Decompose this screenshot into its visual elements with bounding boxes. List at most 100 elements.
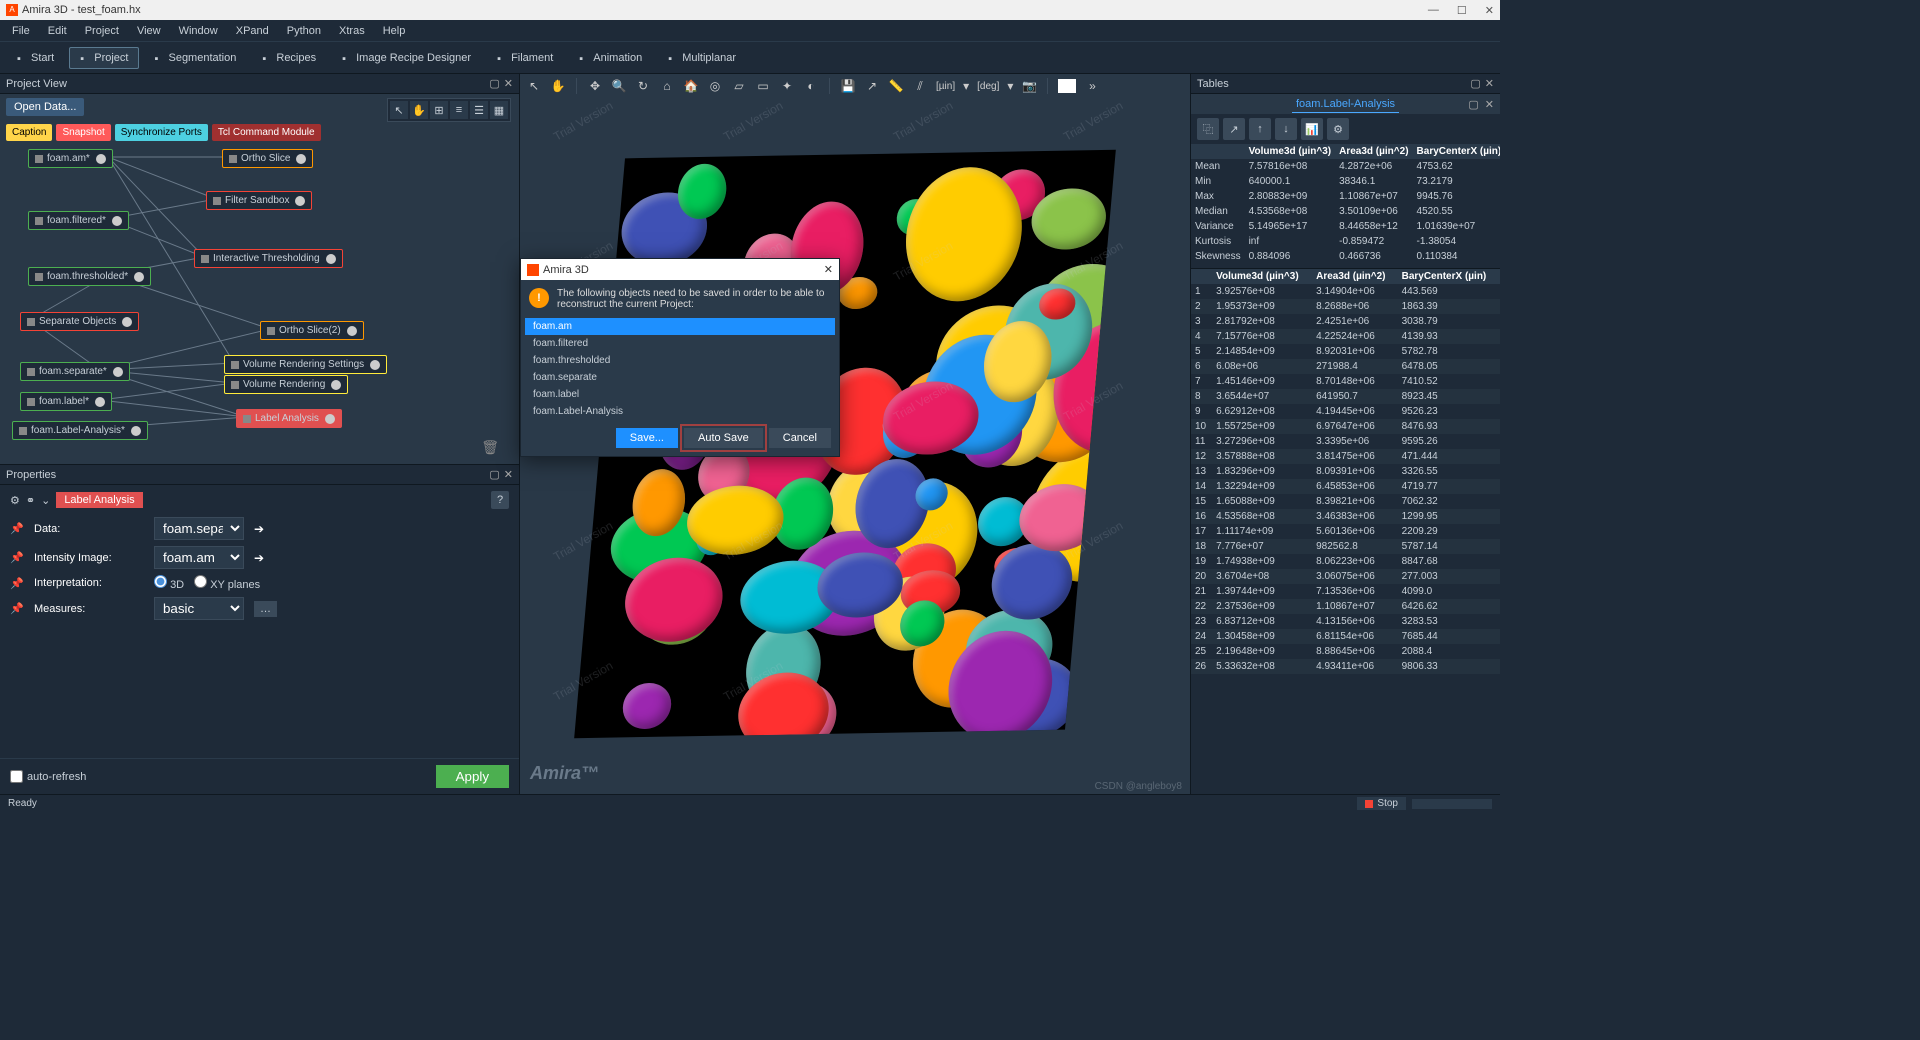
table-row[interactable]: 131.83296e+098.09391e+063326.55 bbox=[1191, 464, 1500, 479]
hand-icon[interactable]: ✋ bbox=[550, 79, 566, 93]
node-vrs[interactable]: Volume Rendering Settings bbox=[224, 355, 387, 374]
table-row[interactable]: 32.81792e+082.4251e+063038.79 bbox=[1191, 314, 1500, 329]
menu-project[interactable]: Project bbox=[77, 23, 127, 39]
caliper-icon[interactable]: ⫽ bbox=[912, 79, 928, 94]
ortho-icon[interactable]: ▭ bbox=[755, 79, 771, 93]
table-row[interactable]: 21.95373e+098.2688e+061863.39 bbox=[1191, 299, 1500, 314]
table-row[interactable]: 13.92576e+083.14904e+06443.569 bbox=[1191, 284, 1500, 299]
pin-icon[interactable]: 📌 bbox=[10, 522, 24, 535]
table-row[interactable]: 52.14854e+098.92031e+065782.78 bbox=[1191, 344, 1500, 359]
help-button[interactable]: ? bbox=[491, 491, 509, 509]
tag-caption[interactable]: Caption bbox=[6, 124, 52, 141]
table-row[interactable]: 101.55725e+096.97647e+068476.93 bbox=[1191, 419, 1500, 434]
dialog-item[interactable]: foam.label bbox=[525, 386, 835, 403]
close-icon[interactable]: ✕ bbox=[504, 468, 513, 481]
camera-icon[interactable]: 📷 bbox=[1021, 79, 1037, 93]
data-table[interactable]: Volume3d (µin^3)Area3d (µin^2)BaryCenter… bbox=[1191, 269, 1500, 674]
list-icon[interactable]: ☰ bbox=[470, 101, 488, 119]
interp-3d[interactable]: 3D bbox=[154, 575, 184, 591]
settings-icon[interactable]: ⚙ bbox=[1327, 118, 1349, 140]
cursor-icon[interactable]: ↖ bbox=[526, 79, 542, 93]
shadow-icon[interactable]: ◐ bbox=[803, 79, 819, 93]
apply-button[interactable]: Apply bbox=[436, 765, 509, 788]
dialog-item[interactable]: foam.am bbox=[525, 318, 835, 335]
zoom-icon[interactable]: 🔍 bbox=[611, 79, 627, 93]
tab-recipes[interactable]: ▪Recipes bbox=[251, 47, 327, 69]
node-flanalysis[interactable]: foam.Label-Analysis* bbox=[12, 421, 148, 440]
dialog-item[interactable]: foam.filtered bbox=[525, 335, 835, 352]
interp-xy[interactable]: XY planes bbox=[194, 575, 260, 591]
table-row[interactable]: 265.33632e+084.93411e+069806.33 bbox=[1191, 659, 1500, 674]
node-lanalysis[interactable]: Label Analysis bbox=[236, 409, 342, 428]
dialog-item[interactable]: foam.Label-Analysis bbox=[525, 403, 835, 420]
menu-file[interactable]: File bbox=[4, 23, 38, 39]
table-row[interactable]: 141.32294e+096.45853e+064719.77 bbox=[1191, 479, 1500, 494]
table-row[interactable]: 241.30458e+096.81154e+067685.44 bbox=[1191, 629, 1500, 644]
table-row[interactable]: 222.37536e+091.10867e+076426.62 bbox=[1191, 599, 1500, 614]
minimize-button[interactable]: — bbox=[1428, 4, 1439, 17]
table-row[interactable]: 252.19648e+098.88645e+062088.4 bbox=[1191, 644, 1500, 659]
ruler-icon[interactable]: 📏 bbox=[888, 79, 904, 93]
table-row[interactable]: 236.83712e+084.13156e+063283.53 bbox=[1191, 614, 1500, 629]
chart-icon[interactable]: 📊 bbox=[1301, 118, 1323, 140]
tag-snapshot[interactable]: Snapshot bbox=[56, 124, 110, 141]
rotate-icon[interactable]: ↻ bbox=[635, 79, 651, 93]
menu-xtras[interactable]: Xtras bbox=[331, 23, 373, 39]
node-ithresh[interactable]: Interactive Thresholding bbox=[194, 249, 343, 268]
tab-segmentation[interactable]: ▪Segmentation bbox=[143, 47, 247, 69]
table-row[interactable]: 66.08e+06271988.46478.05 bbox=[1191, 359, 1500, 374]
pin-icon[interactable]: 📌 bbox=[10, 577, 24, 590]
link-icon[interactable]: ⚭ bbox=[26, 494, 35, 507]
tab-multiplanar[interactable]: ▪Multiplanar bbox=[657, 47, 747, 69]
dialog-close-icon[interactable]: ✕ bbox=[824, 263, 833, 276]
measures-more-button[interactable]: … bbox=[254, 601, 277, 617]
table-row[interactable]: 164.53568e+083.46383e+061299.95 bbox=[1191, 509, 1500, 524]
auto-refresh-checkbox[interactable]: auto-refresh bbox=[10, 770, 86, 783]
node-vr[interactable]: Volume Rendering bbox=[224, 375, 348, 394]
hand-icon[interactable]: ✋ bbox=[410, 101, 428, 119]
tab-image-recipe-designer[interactable]: ▪Image Recipe Designer bbox=[331, 47, 482, 69]
node-sep[interactable]: Separate Objects bbox=[20, 312, 139, 331]
tag-tcl-command-module[interactable]: Tcl Command Module bbox=[212, 124, 321, 141]
close-button[interactable]: ✕ bbox=[1485, 4, 1494, 17]
chevron-icon[interactable]: ⌄ bbox=[41, 494, 50, 507]
stop-button[interactable]: Stop bbox=[1357, 797, 1406, 810]
table-row[interactable]: 123.57888e+083.81475e+06471.444 bbox=[1191, 449, 1500, 464]
trash-icon[interactable]: 🗑 bbox=[481, 439, 499, 456]
dialog-list[interactable]: foam.amfoam.filteredfoam.thresholdedfoam… bbox=[525, 318, 835, 420]
tab-project[interactable]: ▪Project bbox=[69, 47, 139, 69]
table-row[interactable]: 171.11174e+095.60136e+062209.29 bbox=[1191, 524, 1500, 539]
gear-icon[interactable]: ⚙ bbox=[10, 494, 20, 507]
home-icon[interactable]: 🏠 bbox=[683, 79, 699, 93]
table-row[interactable]: 187.776e+07982562.85787.14 bbox=[1191, 539, 1500, 554]
node-foam[interactable]: foam.am* bbox=[28, 149, 113, 168]
table-row[interactable]: 151.65088e+098.39821e+067062.32 bbox=[1191, 494, 1500, 509]
table-row[interactable]: 211.39744e+097.13536e+064099.0 bbox=[1191, 584, 1500, 599]
goto-icon[interactable]: ➔ bbox=[254, 522, 264, 536]
detach-icon[interactable]: ▢ bbox=[1470, 77, 1480, 90]
node-ortho2[interactable]: Ortho Slice(2) bbox=[260, 321, 364, 340]
intensity-select[interactable]: foam.am bbox=[154, 546, 244, 569]
node-filtered[interactable]: foam.filtered* bbox=[28, 211, 129, 230]
compact-icon[interactable]: ▦ bbox=[490, 101, 508, 119]
menu-window[interactable]: Window bbox=[171, 23, 226, 39]
detach-icon[interactable]: ▢ bbox=[489, 468, 499, 481]
table-tab[interactable]: foam.Label-Analysis bbox=[1292, 96, 1399, 113]
table-row[interactable]: 113.27296e+083.3395e+069595.26 bbox=[1191, 434, 1500, 449]
unit-length[interactable]: [µin] bbox=[936, 81, 955, 92]
tab-filament[interactable]: ▪Filament bbox=[486, 47, 564, 69]
node-separate[interactable]: foam.separate* bbox=[20, 362, 130, 381]
up-icon[interactable]: ↑ bbox=[1249, 118, 1271, 140]
light-icon[interactable]: ✦ bbox=[779, 79, 795, 93]
menu-help[interactable]: Help bbox=[375, 23, 414, 39]
data-select[interactable]: foam.separate bbox=[154, 517, 244, 540]
table-row[interactable]: 47.15776e+084.22524e+064139.93 bbox=[1191, 329, 1500, 344]
node-thresh[interactable]: foam.thresholded* bbox=[28, 267, 151, 286]
persp-icon[interactable]: ▱ bbox=[731, 79, 747, 93]
open-data-button[interactable]: Open Data... bbox=[6, 98, 84, 116]
pin-icon[interactable]: 📌 bbox=[10, 551, 24, 564]
pin-icon[interactable]: 📌 bbox=[10, 602, 24, 615]
layout-icon[interactable]: ≡ bbox=[450, 101, 468, 119]
table-row[interactable]: 191.74938e+098.06223e+068847.68 bbox=[1191, 554, 1500, 569]
unit-angle[interactable]: [deg] bbox=[977, 81, 999, 92]
